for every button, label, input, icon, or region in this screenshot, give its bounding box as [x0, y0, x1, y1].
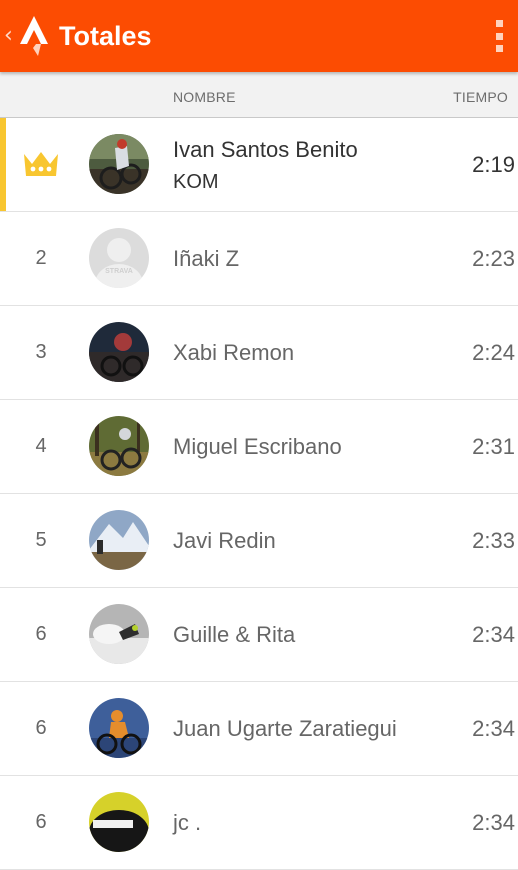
segment-time: 2:34 [472, 622, 515, 647]
athlete-name[interactable]: Ivan Santos Benito [173, 137, 358, 163]
name-column-label: NOMBRE [173, 89, 236, 105]
athlete-name[interactable]: Juan Ugarte Zaratiegui [173, 682, 397, 775]
kom-highlight-bar [0, 118, 6, 211]
strava-logo-icon[interactable] [16, 14, 52, 58]
rank-number: 6 [35, 717, 47, 739]
avatar[interactable] [89, 322, 149, 382]
avatar[interactable]: STRAVA [89, 228, 149, 288]
app-bar: ‹ Totales [0, 0, 518, 72]
avatar-brand-text: STRAVA [105, 268, 133, 275]
rank-number: 6 [35, 811, 47, 833]
athlete-name[interactable]: Miguel Escribano [173, 400, 342, 493]
segment-time: 2:23 [472, 246, 515, 271]
athlete-name[interactable]: Javi Redin [173, 494, 276, 587]
back-chevron-icon[interactable]: ‹ [4, 22, 16, 50]
athlete-name[interactable]: Iñaki Z [173, 212, 239, 305]
avatar[interactable] [89, 604, 149, 664]
leaderboard-row[interactable]: 5 Javi Redin 2:33 [0, 494, 518, 588]
segment-time: 2:34 [472, 810, 515, 835]
leaderboard-row[interactable]: 6 jc . 2:34 [0, 776, 518, 870]
leaderboard-row[interactable]: 3 Xabi Remon 2:24 [0, 306, 518, 400]
leaderboard-list: Ivan Santos Benito KOM 2:19 2 STRAVA Iña… [0, 118, 518, 870]
avatar[interactable] [89, 792, 149, 852]
overflow-menu-icon[interactable] [492, 20, 506, 52]
time-column-label: TIEMPO [453, 89, 508, 105]
leaderboard-row[interactable]: 4 Miguel Escribano 2:31 [0, 400, 518, 494]
rank-number: 4 [35, 435, 47, 457]
segment-time: 2:31 [472, 434, 515, 459]
avatar[interactable] [89, 416, 149, 476]
segment-time: 2:33 [472, 528, 515, 553]
column-header: NOMBRE TIEMPO [0, 72, 518, 118]
rank-number: 3 [35, 341, 47, 363]
avatar[interactable] [89, 134, 149, 194]
athlete-name[interactable]: jc . [173, 776, 201, 869]
leaderboard-row-kom[interactable]: Ivan Santos Benito KOM 2:19 [0, 118, 518, 212]
kom-label: KOM [173, 171, 219, 193]
leaderboard-row[interactable]: 6 Guille & Rita 2:34 [0, 588, 518, 682]
rank-number: 6 [35, 623, 47, 645]
athlete-name[interactable]: Guille & Rita [173, 588, 295, 681]
page-title: Totales [59, 21, 152, 51]
leaderboard-row[interactable]: 2 STRAVA Iñaki Z 2:23 [0, 212, 518, 306]
segment-time: 2:24 [472, 340, 515, 365]
rank-number: 2 [35, 247, 47, 269]
rank-number: 5 [35, 529, 47, 551]
avatar[interactable] [89, 698, 149, 758]
segment-time: 2:19 [472, 152, 515, 177]
segment-time: 2:34 [472, 716, 515, 741]
athlete-name[interactable]: Xabi Remon [173, 306, 294, 399]
avatar[interactable] [89, 510, 149, 570]
crown-icon [24, 152, 58, 176]
leaderboard-row[interactable]: 6 Juan Ugarte Zaratiegui 2:34 [0, 682, 518, 776]
